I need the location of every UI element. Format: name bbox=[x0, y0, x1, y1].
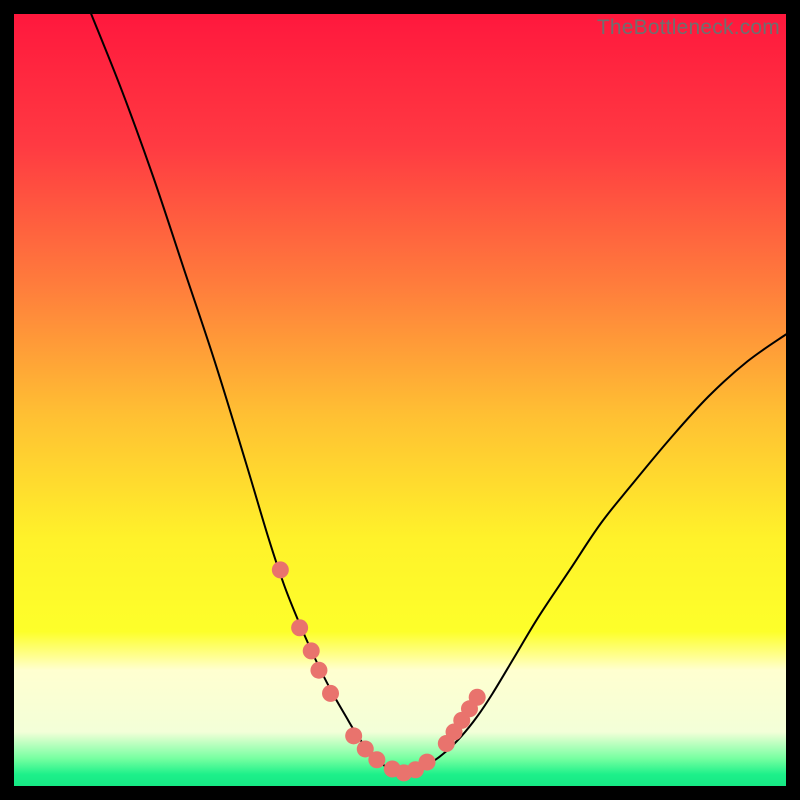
data-point bbox=[419, 754, 436, 771]
data-point bbox=[272, 561, 289, 578]
heat-gradient-background bbox=[14, 14, 786, 786]
data-point bbox=[469, 689, 486, 706]
watermark-text: TheBottleneck.com bbox=[597, 16, 780, 40]
data-point bbox=[368, 751, 385, 768]
data-point bbox=[303, 642, 320, 659]
data-point bbox=[345, 727, 362, 744]
data-point bbox=[291, 619, 308, 636]
chart-frame: TheBottleneck.com bbox=[14, 14, 786, 786]
bottleneck-chart bbox=[14, 14, 786, 786]
data-point bbox=[322, 685, 339, 702]
data-point bbox=[310, 662, 327, 679]
